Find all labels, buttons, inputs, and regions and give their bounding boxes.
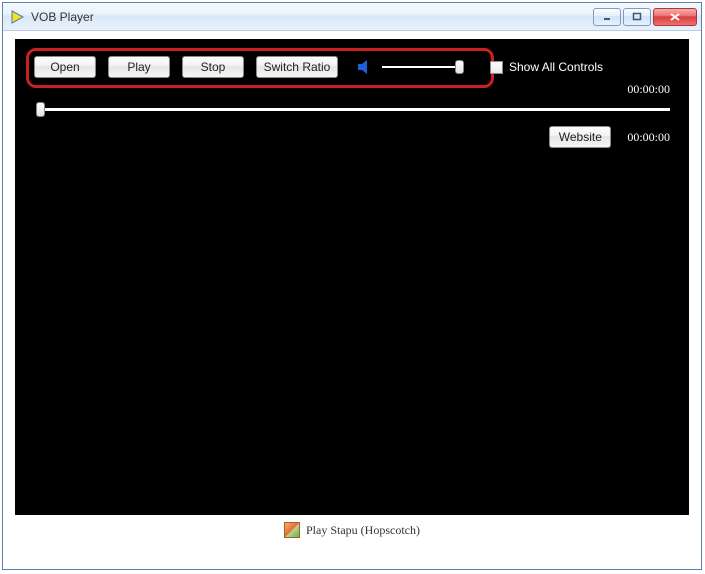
show-all-controls-label: Show All Controls [509, 60, 603, 74]
volume-icon [356, 58, 374, 76]
open-button[interactable]: Open [34, 56, 96, 78]
window-title: VOB Player [31, 10, 593, 24]
volume-thumb[interactable] [455, 60, 464, 74]
elapsed-time: 00:00:00 [627, 82, 670, 97]
player-area: Open Play Stop Switch Ratio Show All Con… [15, 39, 689, 515]
titlebar: VOB Player [3, 3, 701, 31]
volume-slider[interactable] [382, 58, 464, 76]
main-toolbar: Open Play Stop Switch Ratio Show All Con… [34, 54, 674, 80]
close-button[interactable] [653, 8, 697, 26]
volume-track [382, 66, 464, 68]
show-all-controls-checkbox[interactable] [490, 61, 503, 74]
seek-slider[interactable] [36, 100, 670, 120]
content-area: Open Play Stop Switch Ratio Show All Con… [3, 31, 701, 569]
seek-thumb[interactable] [36, 102, 45, 117]
minimize-button[interactable] [593, 8, 621, 26]
play-button[interactable]: Play [108, 56, 170, 78]
total-time: 00:00:00 [627, 130, 670, 145]
footer-thumbnail-icon [284, 522, 300, 538]
seek-track [36, 108, 670, 111]
window-controls [593, 8, 697, 26]
website-button[interactable]: Website [549, 126, 611, 148]
footer-link[interactable]: Play Stapu (Hopscotch) [306, 523, 420, 538]
app-window: VOB Player Open Play Stop Switch Ratio [2, 2, 702, 570]
footer: Play Stapu (Hopscotch) [15, 515, 689, 545]
maximize-button[interactable] [623, 8, 651, 26]
app-play-icon [9, 9, 25, 25]
switch-ratio-button[interactable]: Switch Ratio [256, 56, 338, 78]
stop-button[interactable]: Stop [182, 56, 244, 78]
secondary-row: Website 00:00:00 [549, 126, 670, 148]
